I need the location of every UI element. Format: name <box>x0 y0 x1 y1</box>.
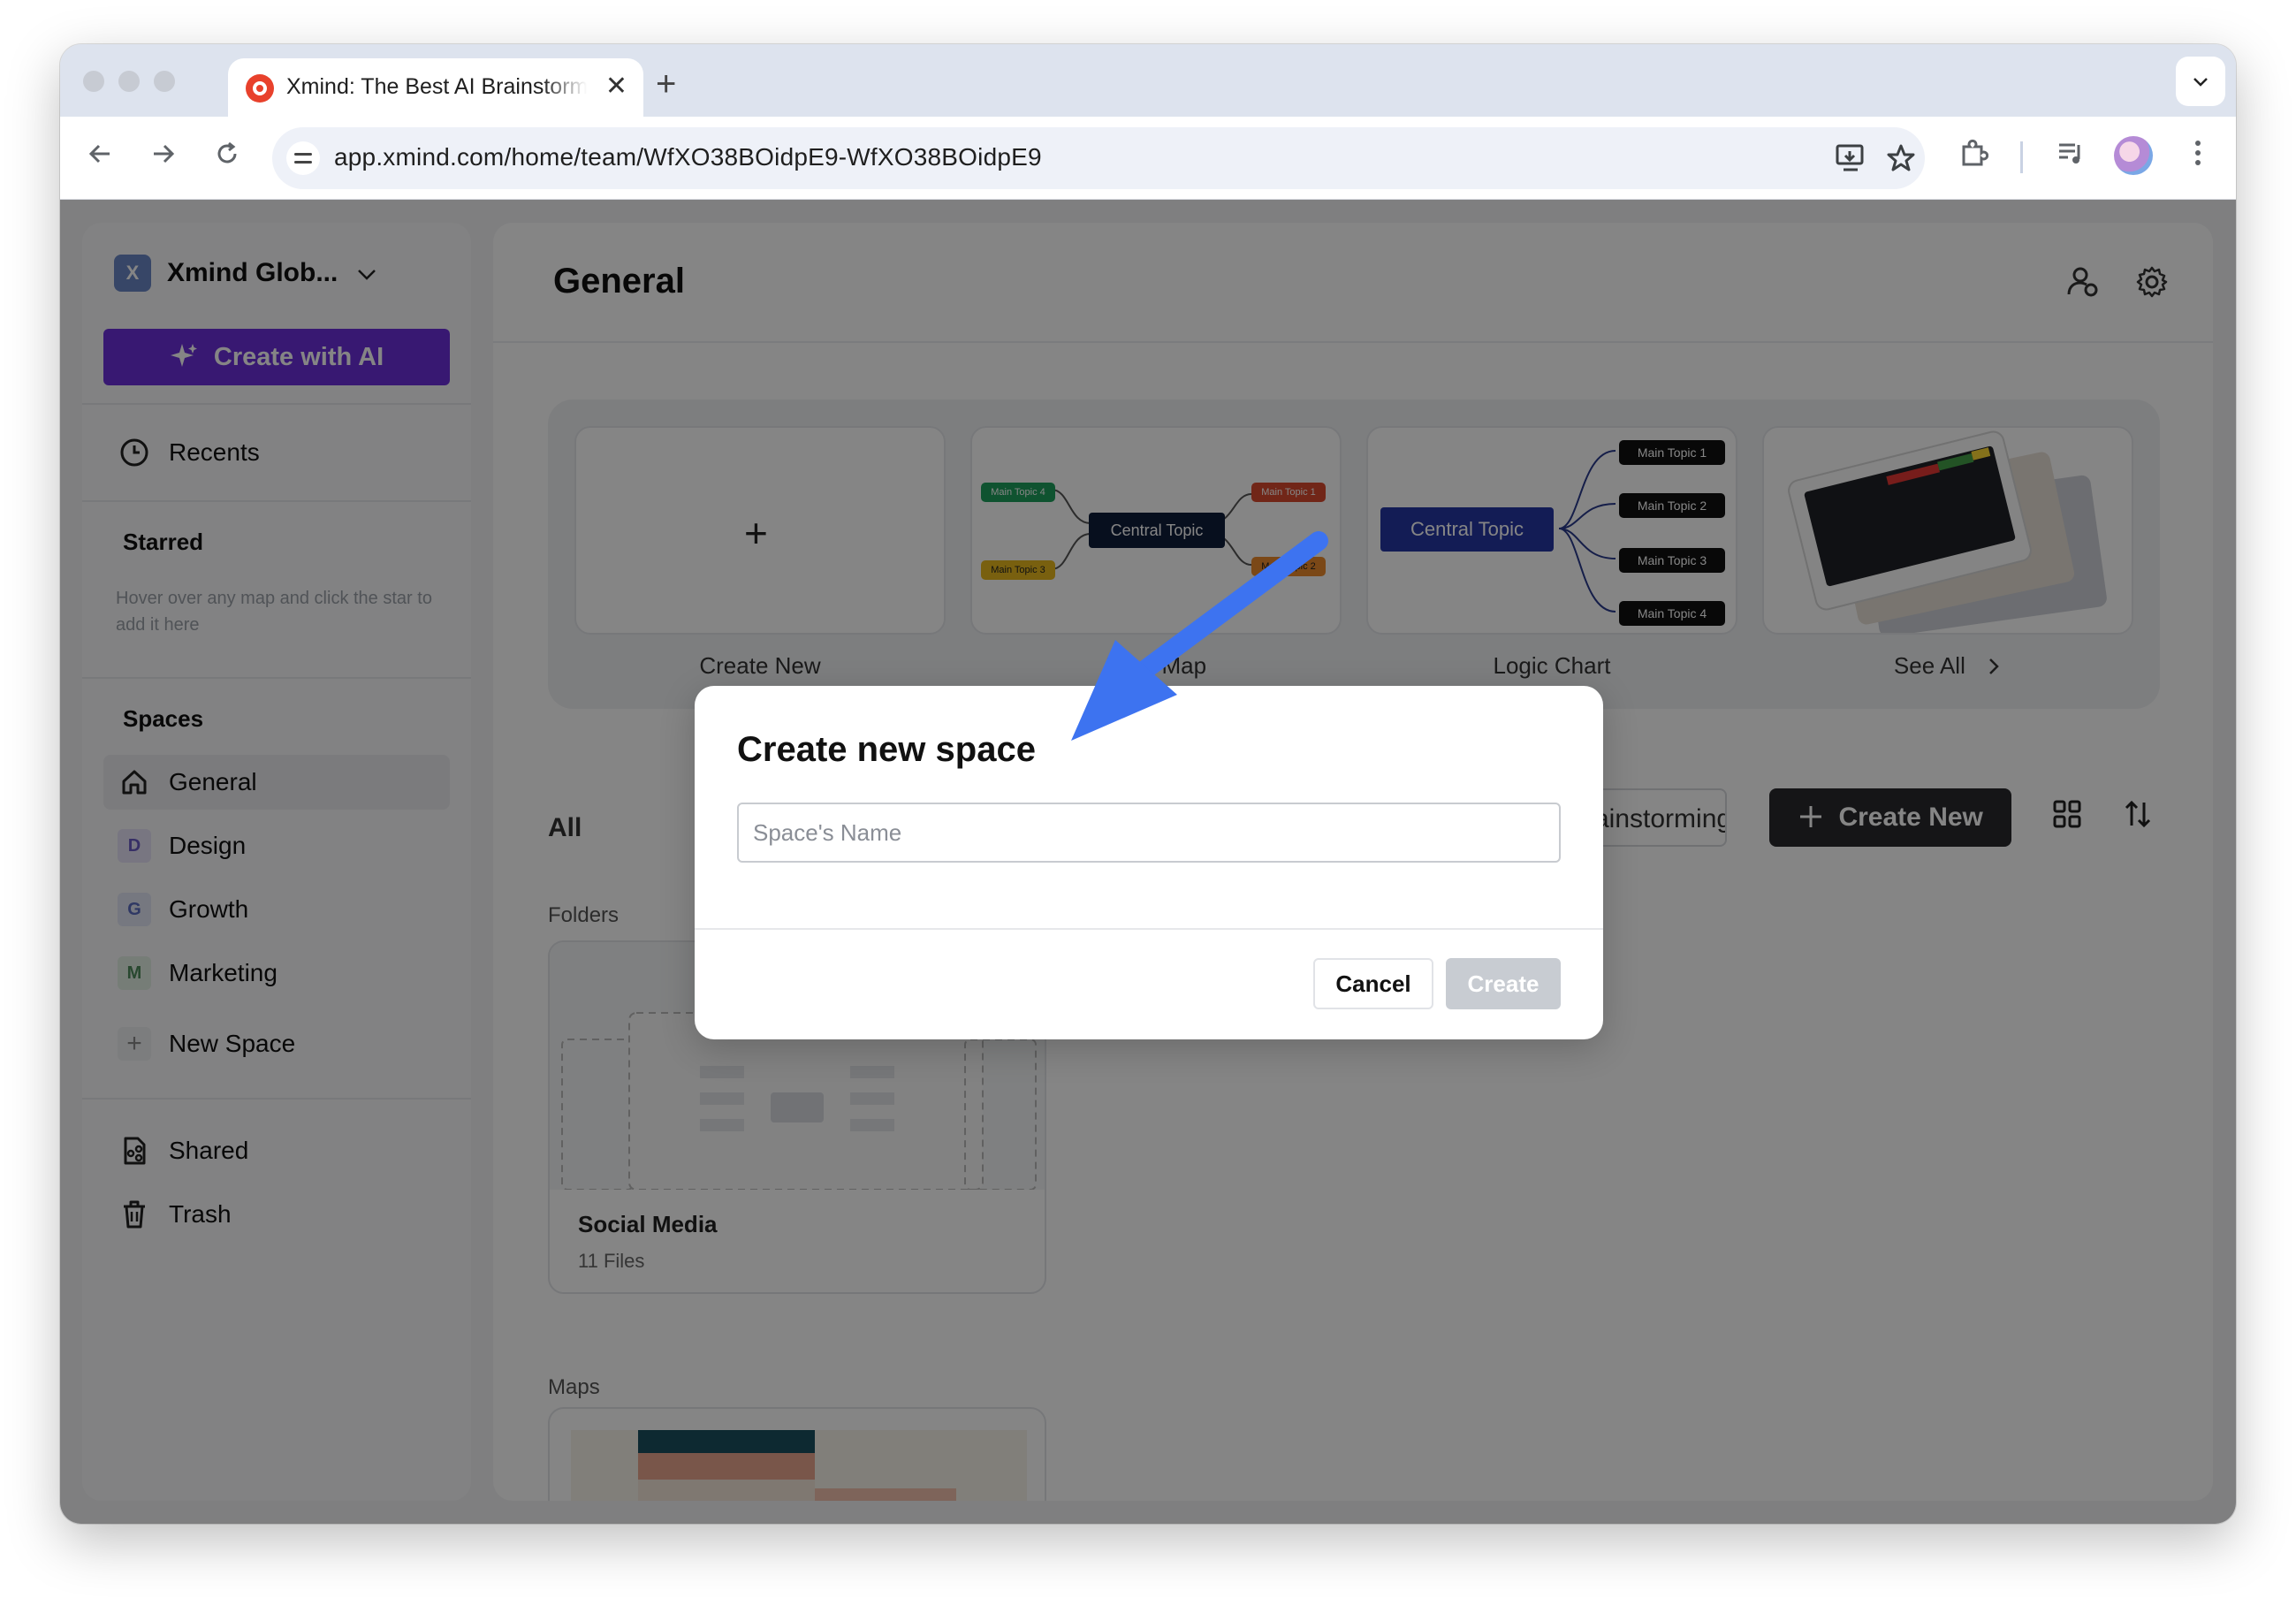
forward-arrow-icon[interactable] <box>150 138 177 177</box>
install-app-icon[interactable] <box>1835 143 1866 179</box>
tab-title: Xmind: The Best AI Brainstorming and Min… <box>286 74 587 99</box>
create-button[interactable]: Create <box>1446 958 1561 1009</box>
dialog-title: Create new space <box>737 730 1036 769</box>
tab-strip: Xmind: The Best AI Brainstorming and Min… <box>60 44 2236 117</box>
bookmark-star-icon[interactable] <box>1886 143 1916 179</box>
zoom-window-dot[interactable] <box>154 71 175 92</box>
site-settings-icon[interactable] <box>286 141 320 175</box>
space-name-input[interactable] <box>737 803 1561 863</box>
browser-menu-icon[interactable] <box>2193 138 2202 178</box>
media-control-icon[interactable] <box>2056 138 2086 178</box>
extensions-puzzle-icon[interactable] <box>1958 138 1989 178</box>
browser-toolbar: app.xmind.com/home/team/WfXO38BOidpE9-Wf… <box>60 117 2236 200</box>
reload-icon[interactable] <box>214 138 240 177</box>
minimize-window-dot[interactable] <box>118 71 140 92</box>
browser-tab[interactable]: Xmind: The Best AI Brainstorming and Min… <box>228 58 643 117</box>
back-arrow-icon[interactable] <box>87 138 113 177</box>
create-space-dialog: Create new space Cancel Create <box>695 686 1603 1039</box>
url-text[interactable]: app.xmind.com/home/team/WfXO38BOidpE9-Wf… <box>334 143 1042 171</box>
close-window-dot[interactable] <box>83 71 104 92</box>
address-bar[interactable]: app.xmind.com/home/team/WfXO38BOidpE9-Wf… <box>272 127 1925 189</box>
tab-list-chevron-icon[interactable] <box>2176 57 2225 106</box>
tab-close-icon[interactable]: ✕ <box>605 71 627 103</box>
new-tab-icon[interactable]: + <box>656 64 676 104</box>
cancel-button[interactable]: Cancel <box>1313 958 1433 1009</box>
profile-avatar[interactable] <box>2114 136 2153 175</box>
xmind-favicon-icon <box>246 74 274 103</box>
dialog-divider <box>695 928 1603 930</box>
toolbar-separator <box>2020 141 2023 173</box>
